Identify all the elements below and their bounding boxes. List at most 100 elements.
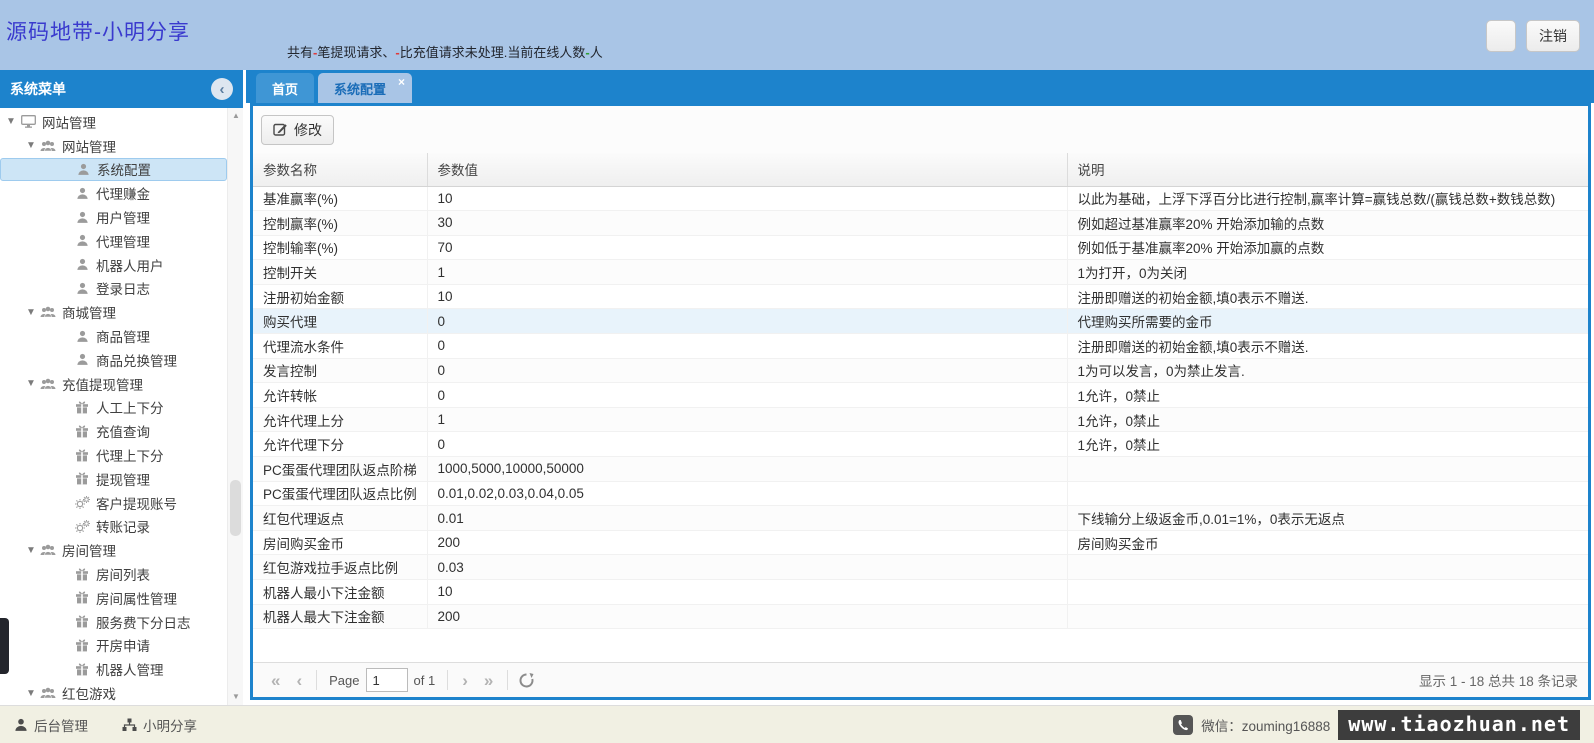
sidebar-collapse-button[interactable]: ‹ xyxy=(211,78,233,100)
sidebar-item-网站管理[interactable]: ▼网站管理 xyxy=(0,134,227,158)
table-row[interactable]: PC蛋蛋代理团队返点阶梯1000,5000,10000,50000 xyxy=(253,457,1588,482)
page-number-input[interactable] xyxy=(366,668,408,692)
column-header-说明[interactable]: 说明 xyxy=(1067,153,1588,186)
table-row[interactable]: 注册初始金额10注册即赠送的初始金额,填0表示不赠送. xyxy=(253,284,1588,309)
table-row[interactable]: 控制开关11为打开，0为关闭 xyxy=(253,260,1588,285)
triangle-down-icon[interactable]: ▼ xyxy=(24,545,38,556)
sidebar-item-房间管理[interactable]: ▼房间管理 xyxy=(0,538,227,562)
footer-admin[interactable]: 后台管理 xyxy=(14,715,88,735)
table-row[interactable]: 红包代理返点0.01下线输分上级返金币,0.01=1%，0表示无返点 xyxy=(253,506,1588,531)
sidebar-scrollbar[interactable]: ▲ ▼ xyxy=(227,108,243,705)
sidebar-item-服务费下分日志[interactable]: 服务费下分日志 xyxy=(0,610,227,634)
column-header-参数值[interactable]: 参数值 xyxy=(427,153,1067,186)
sidebar-item-系统配置[interactable]: 系统配置 xyxy=(0,158,227,182)
edit-button[interactable]: 修改 xyxy=(261,115,334,145)
user-icon xyxy=(73,163,93,176)
sidebar-item-登录日志[interactable]: 登录日志 xyxy=(0,277,227,301)
param-value-cell: 0.01,0.02,0.03,0.04,0.05 xyxy=(427,481,1067,506)
footer-share[interactable]: 小明分享 xyxy=(122,715,197,735)
sidebar-item-机器人管理[interactable]: 机器人管理 xyxy=(0,657,227,681)
table-row[interactable]: 基准赢率(%)10以此为基础，上浮下浮百分比进行控制,赢率计算=赢钱总数/(赢钱… xyxy=(253,186,1588,211)
table-row[interactable]: 控制输率(%)70例如低于基准赢率20% 开始添加赢的点数 xyxy=(253,235,1588,260)
sidebar-item-label: 房间属性管理 xyxy=(92,588,177,608)
sidebar-item-开房申请[interactable]: 开房申请 xyxy=(0,634,227,658)
sidebar-item-label: 商品管理 xyxy=(92,326,150,346)
param-value-cell: 10 xyxy=(427,580,1067,605)
column-header-参数名称[interactable]: 参数名称 xyxy=(253,153,427,186)
watermark-badge: www.tiaozhuan.net xyxy=(1338,710,1580,740)
tab-close-icon[interactable]: × xyxy=(398,75,405,89)
logout-button[interactable]: 注销 xyxy=(1526,20,1580,52)
table-row[interactable]: 代理流水条件0注册即赠送的初始金额,填0表示不赠送. xyxy=(253,334,1588,359)
table-row[interactable]: 允许代理上分11允许，0禁止 xyxy=(253,407,1588,432)
gift-icon xyxy=(72,568,92,581)
sidebar-item-label: 机器人用户 xyxy=(92,255,164,275)
table-row[interactable]: 房间购买金币200房间购买金币 xyxy=(253,530,1588,555)
param-name-cell: 控制输率(%) xyxy=(253,235,427,260)
sidebar-item-代理上下分[interactable]: 代理上下分 xyxy=(0,443,227,467)
last-page-button[interactable]: » xyxy=(476,672,501,689)
sidebar-item-商品管理[interactable]: 商品管理 xyxy=(0,324,227,348)
table-row[interactable]: 控制赢率(%)30例如超过基准赢率20% 开始添加输的点数 xyxy=(253,211,1588,236)
sidebar-item-充值提现管理[interactable]: ▼充值提现管理 xyxy=(0,372,227,396)
table-row[interactable]: 红包游戏拉手返点比例0.03 xyxy=(253,555,1588,580)
header-square-button[interactable] xyxy=(1486,20,1516,52)
table-row[interactable]: 允许代理下分01允许，0禁止 xyxy=(253,432,1588,457)
param-desc-cell: 房间购买金币 xyxy=(1067,530,1588,555)
app-window: 源码地带-小明分享 共有-笔提现请求、-比充值请求未处理.当前在线人数-人 注销… xyxy=(0,0,1594,743)
gift-icon xyxy=(72,591,92,604)
users-icon xyxy=(38,544,58,556)
page-of-label: of 1 xyxy=(414,673,436,688)
scroll-down-icon[interactable]: ▼ xyxy=(228,689,243,705)
triangle-down-icon[interactable]: ▼ xyxy=(24,378,38,389)
record-count-summary: 显示 1 - 18 总共 18 条记录 xyxy=(1419,670,1578,690)
param-value-cell: 0 xyxy=(427,358,1067,383)
prev-page-button[interactable]: ‹ xyxy=(288,672,310,689)
scroll-up-icon[interactable]: ▲ xyxy=(228,108,243,124)
triangle-down-icon[interactable]: ▼ xyxy=(24,307,38,318)
sidebar-item-网站管理[interactable]: ▼网站管理 xyxy=(0,110,227,134)
param-desc-cell xyxy=(1067,604,1588,629)
sidebar-item-代理赚金[interactable]: 代理赚金 xyxy=(0,181,227,205)
edge-drawer-handle[interactable] xyxy=(0,618,9,674)
param-value-cell: 0.01 xyxy=(427,506,1067,531)
sidebar-item-房间属性管理[interactable]: 房间属性管理 xyxy=(0,586,227,610)
triangle-down-icon[interactable]: ▼ xyxy=(24,140,38,151)
sidebar-item-房间列表[interactable]: 房间列表 xyxy=(0,562,227,586)
sidebar-item-红包游戏[interactable]: ▼ 红包游戏 xyxy=(0,681,227,705)
table-row[interactable]: 机器人最小下注金额10 xyxy=(253,580,1588,605)
status-line: 共有-笔提现请求、-比充值请求未处理.当前在线人数-人 xyxy=(287,42,603,61)
sidebar-item-充值查询[interactable]: 充值查询 xyxy=(0,419,227,443)
next-page-button[interactable]: › xyxy=(454,672,476,689)
sidebar-item-提现管理[interactable]: 提现管理 xyxy=(0,467,227,491)
first-page-button[interactable]: « xyxy=(263,672,288,689)
triangle-down-icon[interactable]: ▼ xyxy=(24,688,38,699)
table-row[interactable]: 发言控制01为可以发言，0为禁止发言. xyxy=(253,358,1588,383)
sidebar-item-用户管理[interactable]: 用户管理 xyxy=(0,205,227,229)
sidebar-item-商品兑换管理[interactable]: 商品兑换管理 xyxy=(0,348,227,372)
sidebar-item-人工上下分[interactable]: 人工上下分 xyxy=(0,396,227,420)
table-row[interactable]: 允许转帐01允许，0禁止 xyxy=(253,383,1588,408)
sidebar-item-代理管理[interactable]: 代理管理 xyxy=(0,229,227,253)
table-row[interactable]: PC蛋蛋代理团队返点比例0.01,0.02,0.03,0.04,0.05 xyxy=(253,481,1588,506)
sidebar-item-商城管理[interactable]: ▼商城管理 xyxy=(0,300,227,324)
sidebar-item-label: 用户管理 xyxy=(92,207,150,227)
param-value-cell: 200 xyxy=(427,604,1067,629)
param-value-cell: 0 xyxy=(427,432,1067,457)
sidebar-item-客户提现账号[interactable]: 客户提现账号 xyxy=(0,491,227,515)
table-row[interactable]: 机器人最大下注金额200 xyxy=(253,604,1588,629)
scrollbar-thumb[interactable] xyxy=(230,480,241,536)
status-segment: 比充值请求未处理.当前在线人数 xyxy=(400,45,586,60)
tab-首页[interactable]: 首页 xyxy=(256,73,314,103)
triangle-down-icon[interactable]: ▼ xyxy=(4,116,18,127)
sidebar-item-转账记录[interactable]: 转账记录 xyxy=(0,515,227,539)
sidebar-item-label: 红包游戏 xyxy=(58,683,116,703)
table-row[interactable]: 购买代理0代理购买所需要的金币 xyxy=(253,309,1588,334)
tab-系统配置[interactable]: 系统配置× xyxy=(318,73,412,103)
param-name-cell: 注册初始金额 xyxy=(253,284,427,309)
param-desc-cell: 1允许，0禁止 xyxy=(1067,383,1588,408)
refresh-button[interactable] xyxy=(518,672,535,689)
page-label: Page xyxy=(329,673,359,688)
sidebar-item-机器人用户[interactable]: 机器人用户 xyxy=(0,253,227,277)
users-icon xyxy=(38,306,58,318)
